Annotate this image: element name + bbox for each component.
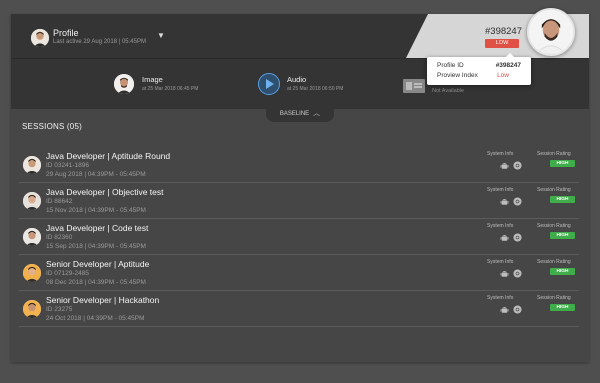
session-avatar xyxy=(23,300,41,318)
session-title[interactable]: Java Developer | Code test xyxy=(46,223,148,233)
session-rating-label: Session Rating xyxy=(537,259,571,265)
session-date: 24 Oct 2018 | 04:39PM - 05:45PM xyxy=(46,315,145,322)
profile-info-popover: Profile ID #398247 Proview Index Low xyxy=(427,53,531,85)
rating-badge: HIGH xyxy=(550,304,575,311)
session-rating-label: Session Rating xyxy=(537,295,571,301)
popover-label: Proview Index xyxy=(437,72,478,79)
session-rating-label: Session Rating xyxy=(537,223,571,229)
audio-label: Audio xyxy=(287,75,307,84)
profile-name[interactable]: Profile xyxy=(53,28,79,38)
android-icon xyxy=(500,306,509,313)
session-title[interactable]: Java Developer | Objective test xyxy=(46,187,164,197)
system-info-label: System Info xyxy=(487,187,514,193)
rating-badge: HIGH xyxy=(550,160,575,167)
session-title[interactable]: Senior Developer | Hackathon xyxy=(46,295,159,305)
session-rating-label: Session Rating xyxy=(537,187,571,193)
session-row[interactable]: Senior Developer | Hackathon ID 23275 24… xyxy=(19,291,579,327)
android-icon xyxy=(500,234,509,241)
caret-down-icon[interactable]: ▼ xyxy=(157,31,165,40)
popover-value: Low xyxy=(497,72,509,79)
candidate-photo[interactable] xyxy=(527,8,575,56)
session-row[interactable]: Java Developer | Objective test ID 88642… xyxy=(19,183,579,219)
chrome-icon xyxy=(513,197,522,206)
session-avatar xyxy=(23,156,41,174)
image-timestamp: at 25 Mar 2018 06:45 PM xyxy=(142,86,199,92)
android-icon xyxy=(500,270,509,277)
session-title[interactable]: Java Developer | Aptitude Round xyxy=(46,151,170,161)
session-date: 15 Nov 2018 | 04:39PM - 05:45PM xyxy=(46,207,146,214)
session-id: ID 07129-2485 xyxy=(46,270,90,277)
system-info-label: System Info xyxy=(487,259,514,265)
play-icon[interactable] xyxy=(258,73,280,95)
profile-avatar xyxy=(31,29,49,47)
session-date: 29 Aug 2018 | 04:39PM - 05:45PM xyxy=(46,171,146,178)
rating-badge: HIGH xyxy=(550,268,575,275)
session-date: 15 Sep 2018 | 04:39PM - 05:45PM xyxy=(46,243,146,250)
popover-value: #398247 xyxy=(495,62,521,69)
rating-badge: HIGH xyxy=(550,196,575,203)
session-rating-label: Session Rating xyxy=(537,151,571,157)
session-id: ID 88642 xyxy=(46,198,73,205)
profile-header-top: Profile Last active 29 Aug 2018 | 05:45P… xyxy=(11,14,589,58)
popover-row-profile-id: Profile ID #398247 xyxy=(437,62,521,69)
baseline-image-thumbnail[interactable] xyxy=(114,74,134,94)
id-card-icon xyxy=(403,79,425,93)
baseline-toggle[interactable]: BASELINE ︿ xyxy=(266,108,334,122)
session-avatar xyxy=(23,228,41,246)
android-icon xyxy=(500,162,509,169)
profile-card: Profile Last active 29 Aug 2018 | 05:45P… xyxy=(11,8,589,362)
risk-badge[interactable]: LOW xyxy=(485,39,519,48)
rating-badge: HIGH xyxy=(550,232,575,239)
document-status: Not Available xyxy=(432,88,465,94)
android-icon xyxy=(500,198,509,205)
session-row[interactable]: Java Developer | Code test ID 82360 15 S… xyxy=(19,219,579,255)
session-id: ID 03241-1896 xyxy=(46,162,90,169)
chrome-icon xyxy=(513,233,522,242)
session-date: 08 Dec 2018 | 04:39PM - 05:45PM xyxy=(46,279,146,286)
chrome-icon xyxy=(513,161,522,170)
last-active-text: Last active 29 Aug 2018 | 05:45PM xyxy=(53,39,146,45)
chrome-icon xyxy=(513,269,522,278)
session-id: ID 82360 xyxy=(46,234,73,241)
popover-label: Profile ID xyxy=(437,62,464,69)
profile-id: #398247 xyxy=(485,26,522,37)
image-label: Image xyxy=(142,75,163,84)
session-avatar xyxy=(23,192,41,210)
system-info-label: System Info xyxy=(487,151,514,157)
session-title[interactable]: Senior Developer | Aptitude xyxy=(46,259,149,269)
popover-row-proview-index: Proview Index Low xyxy=(437,72,521,79)
chrome-icon xyxy=(513,305,522,314)
session-row[interactable]: Senior Developer | Aptitude ID 07129-248… xyxy=(19,255,579,291)
audio-timestamp: at 25 Mar 2018 06:50 PM xyxy=(287,86,344,92)
chevron-up-icon: ︿ xyxy=(313,110,321,117)
session-row[interactable]: Java Developer | Aptitude Round ID 03241… xyxy=(19,147,579,183)
session-avatar xyxy=(23,264,41,282)
system-info-label: System Info xyxy=(487,295,514,301)
sessions-heading: SESSIONS (05) xyxy=(22,122,82,131)
system-info-label: System Info xyxy=(487,223,514,229)
baseline-label: BASELINE xyxy=(279,111,310,117)
session-id: ID 23275 xyxy=(46,306,73,313)
